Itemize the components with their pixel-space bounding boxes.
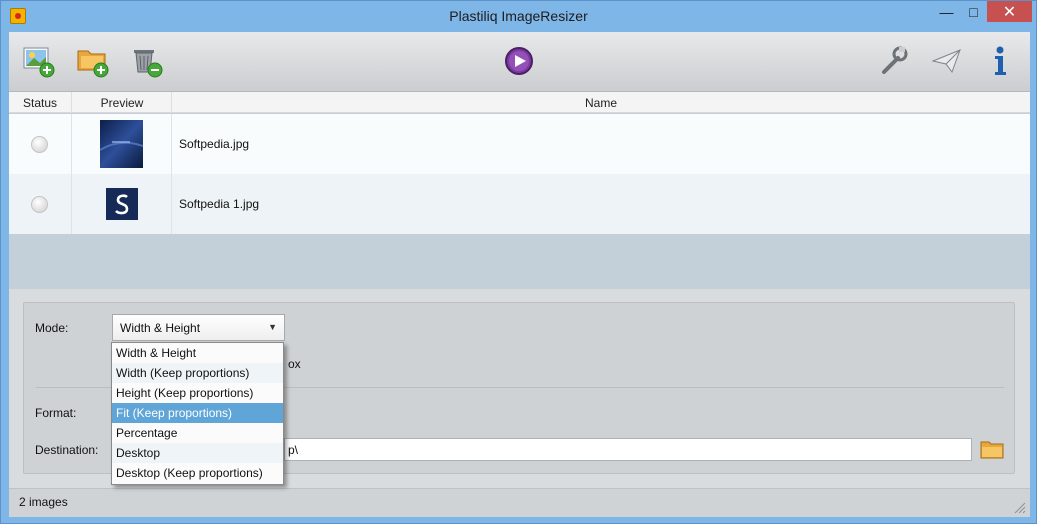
dropdown-option[interactable]: Width & Height (112, 343, 283, 363)
toolbar (9, 32, 1030, 92)
dropdown-option[interactable]: Desktop (Keep proportions) (112, 463, 283, 483)
info-icon (995, 46, 1006, 75)
status-indicator (31, 136, 48, 153)
format-label: Format: (35, 406, 77, 420)
resize-grip-icon[interactable] (1012, 500, 1026, 514)
list-header: Status Preview Name (9, 92, 1030, 113)
add-image-icon (23, 47, 55, 78)
cell-divider (71, 174, 72, 234)
minimize-button[interactable]: — (933, 1, 960, 22)
image-list[interactable]: Status Preview Name Softpedia.jpg Softpe… (9, 92, 1030, 289)
checkbox-label-partial: ox (288, 357, 301, 371)
settings-button[interactable] (876, 44, 910, 78)
destination-value-partial: p\ (288, 443, 299, 457)
status-indicator (31, 196, 48, 213)
wrench-icon (882, 46, 908, 74)
image-thumbnail (100, 120, 143, 168)
dropdown-option[interactable]: Width (Keep proportions) (112, 363, 283, 383)
dropdown-option-selected[interactable]: Fit (Keep proportions) (112, 403, 283, 423)
maximize-button[interactable]: □ (960, 1, 987, 22)
title-bar[interactable]: Plastiliq ImageResizer — □ ✕ (1, 1, 1036, 32)
column-header-name[interactable]: Name (172, 96, 1030, 110)
about-button[interactable] (984, 44, 1018, 78)
add-folder-icon (77, 50, 109, 78)
mode-select-value: Width & Height (120, 321, 201, 335)
column-header-preview[interactable]: Preview (72, 96, 172, 110)
cell-divider (171, 174, 172, 234)
status-bar: 2 images (9, 488, 1030, 517)
remove-button[interactable] (130, 44, 164, 78)
start-button[interactable] (502, 44, 536, 78)
play-icon (505, 47, 533, 75)
browse-folder-icon[interactable] (980, 439, 1004, 459)
window-title: Plastiliq ImageResizer (449, 8, 588, 24)
send-button[interactable] (930, 44, 964, 78)
cell-divider (71, 114, 72, 174)
dropdown-option[interactable]: Desktop (112, 443, 283, 463)
table-row[interactable]: Softpedia.jpg (9, 114, 1030, 174)
dropdown-option[interactable]: Height (Keep proportions) (112, 383, 283, 403)
mode-label: Mode: (35, 321, 69, 335)
file-name: Softpedia 1.jpg (179, 197, 260, 211)
image-thumbnail (106, 188, 138, 220)
add-images-button[interactable] (22, 44, 56, 78)
destination-field[interactable]: p\ (284, 438, 972, 461)
column-header-status[interactable]: Status (9, 96, 71, 110)
app-window: Plastiliq ImageResizer — □ ✕ Status Prev… (0, 0, 1037, 524)
table-row[interactable]: Softpedia 1.jpg (9, 174, 1030, 234)
mode-dropdown-list[interactable]: Width & Height Width (Keep proportions) … (111, 342, 284, 485)
paper-plane-icon (931, 49, 961, 74)
close-button[interactable]: ✕ (987, 1, 1032, 22)
cell-divider (171, 114, 172, 174)
mode-select[interactable]: Width & Height ▼ (112, 314, 285, 341)
trash-remove-icon (134, 50, 163, 78)
add-folder-button[interactable] (76, 44, 110, 78)
destination-label: Destination: (35, 443, 99, 457)
chevron-down-icon: ▼ (268, 322, 277, 332)
image-count: 2 images (19, 495, 68, 509)
file-name: Softpedia.jpg (179, 137, 250, 151)
dropdown-option[interactable]: Percentage (112, 423, 283, 443)
